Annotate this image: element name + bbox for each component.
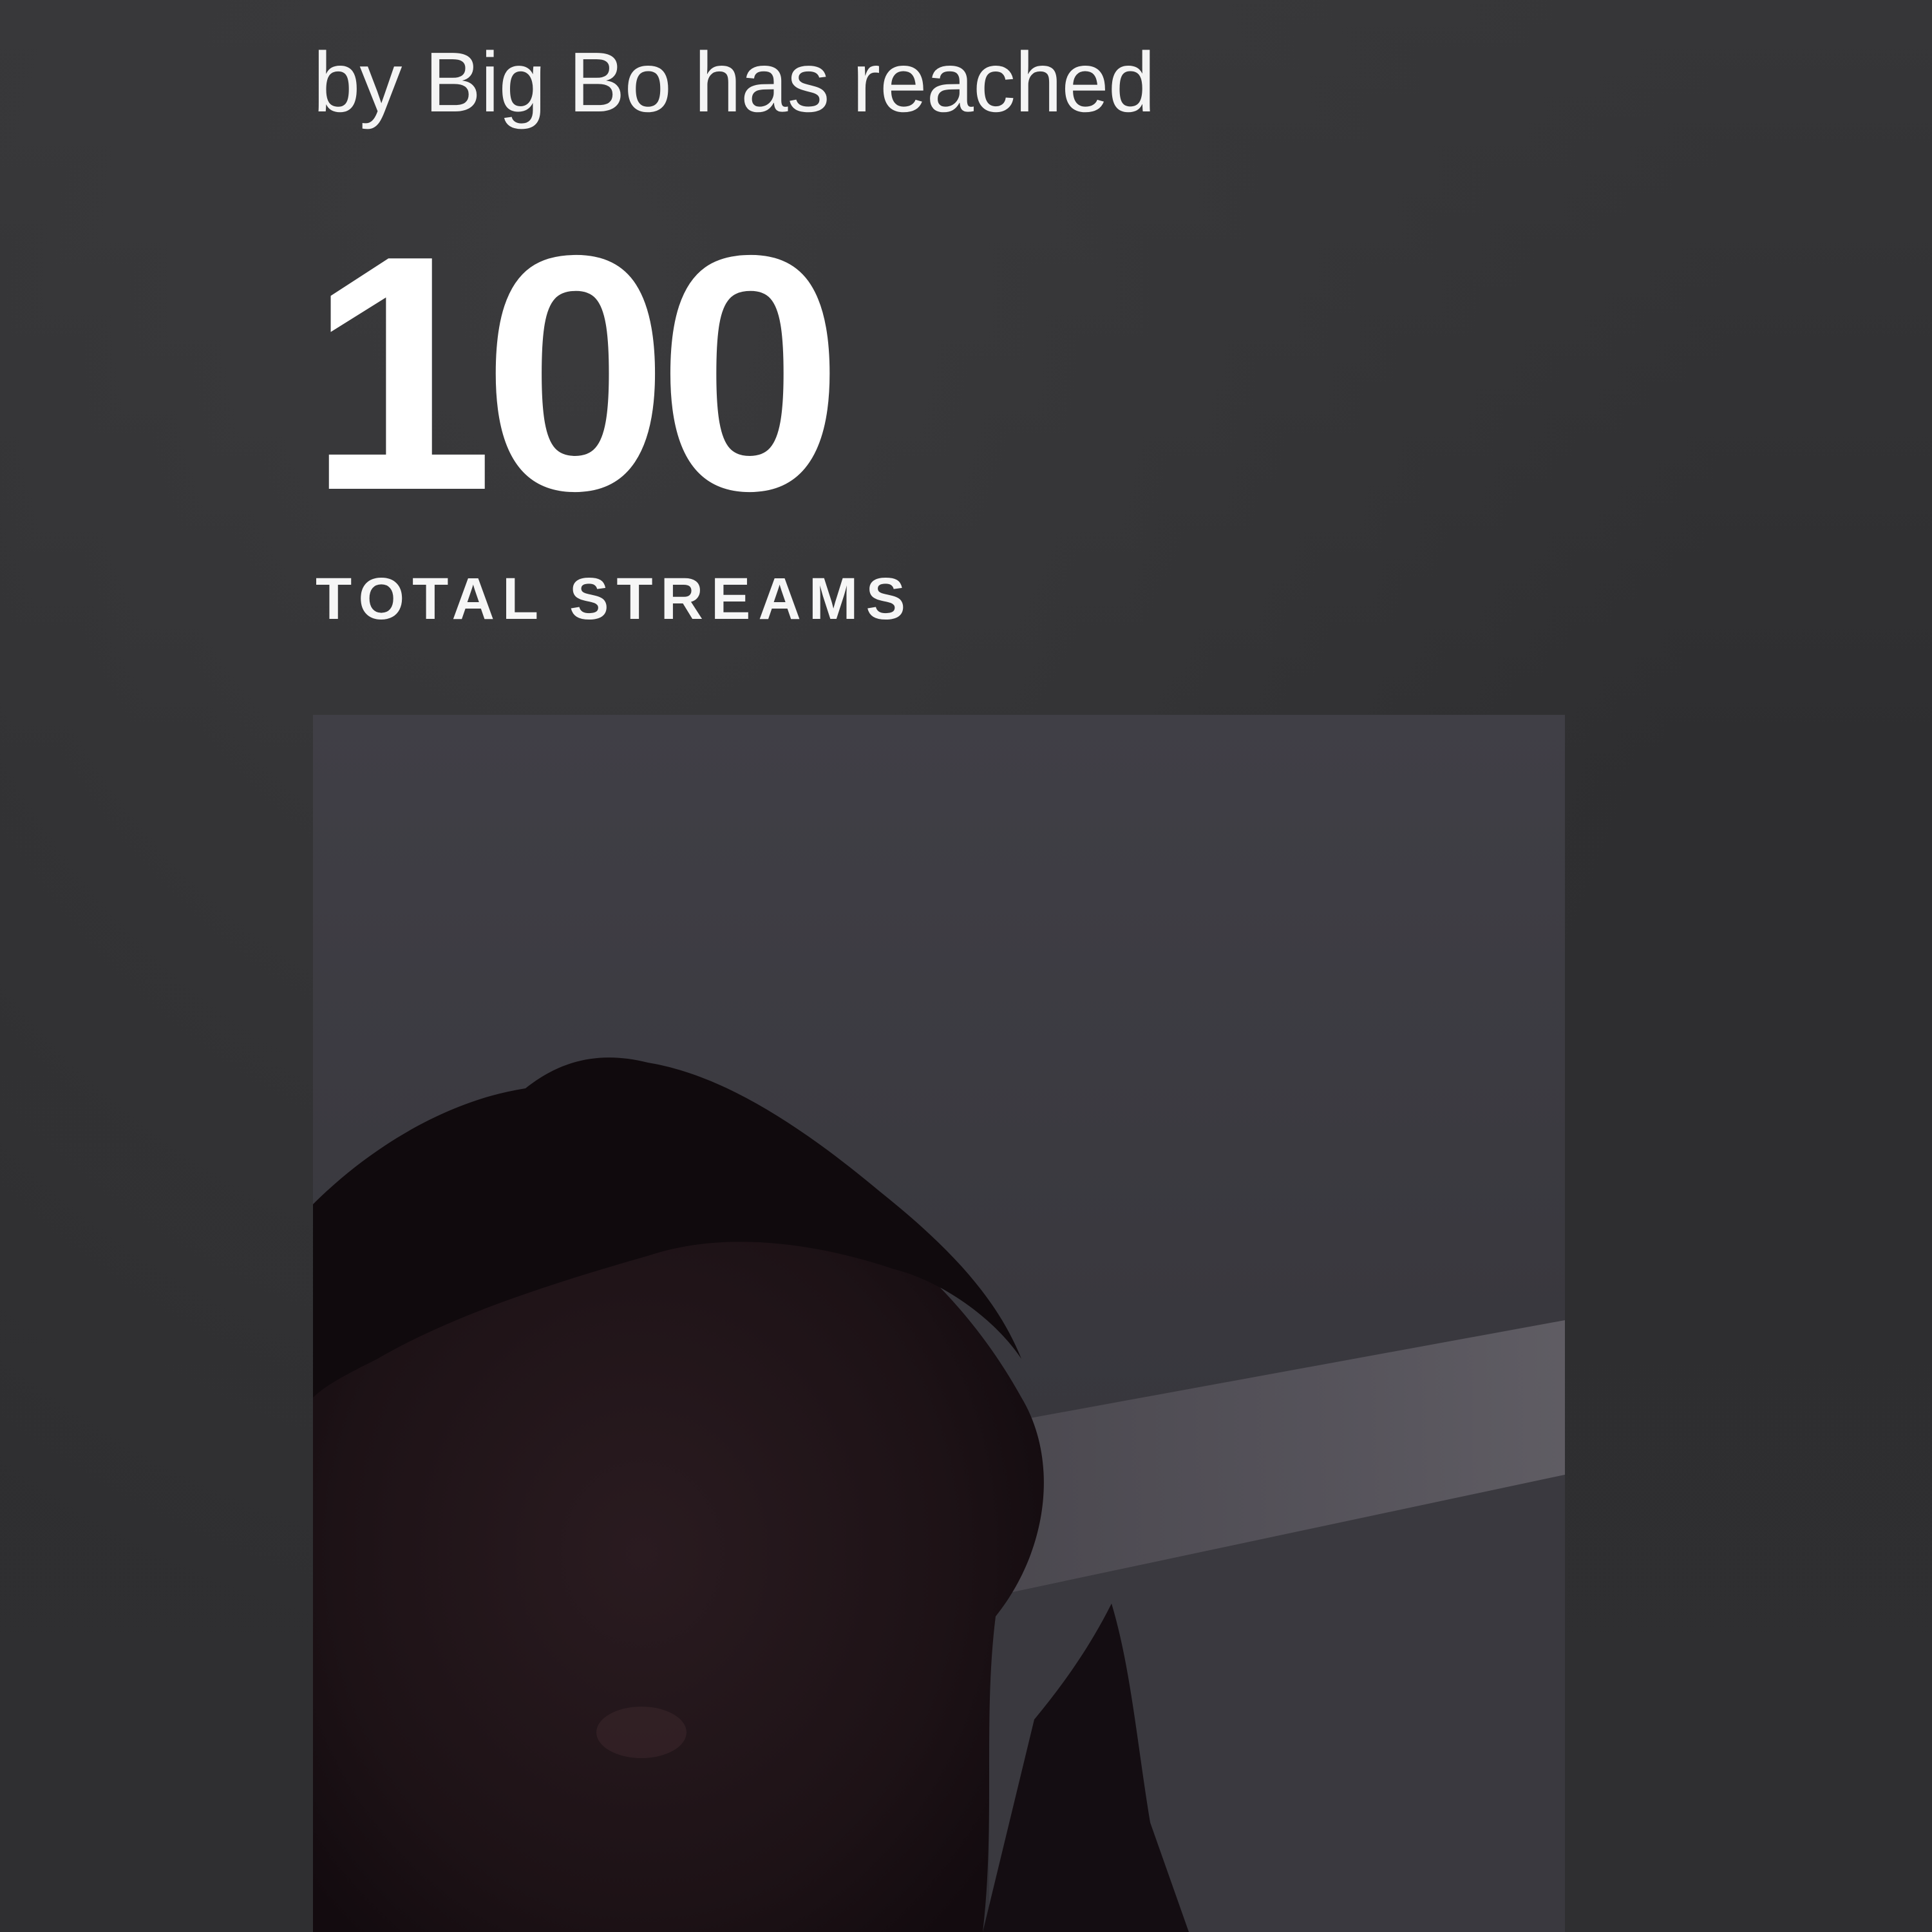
milestone-screen: by Big Bo has reached 100 TOTAL STREAMS bbox=[0, 0, 1932, 1932]
stream-count: 100 bbox=[308, 186, 844, 560]
stream-count-label: TOTAL STREAMS bbox=[316, 566, 913, 632]
artist-photo bbox=[313, 715, 1565, 1932]
milestone-subtitle: by Big Bo has reached bbox=[313, 35, 1155, 129]
